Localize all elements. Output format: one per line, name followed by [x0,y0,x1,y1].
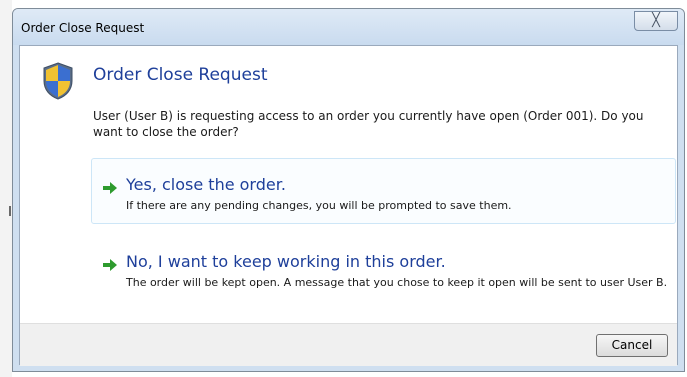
dialog-window: Order Close Request ╳ Order Close Reques… [12,8,685,372]
dialog-content: Order Close Request User (User B) is req… [19,45,678,366]
dialog-heading: Order Close Request [93,65,268,85]
close-order-option[interactable]: Yes, close the order. If there are any p… [91,158,676,224]
green-arrow-icon [103,182,117,194]
option-description: If there are any pending changes, you wi… [126,199,512,212]
option-title: Yes, close the order. [126,175,286,194]
background-window-edge [0,0,12,377]
close-icon: ╳ [652,13,660,28]
option-title: No, I want to keep working in this order… [126,252,446,271]
background-text-cursor [9,206,11,216]
green-arrow-icon [103,259,117,271]
window-title: Order Close Request [21,21,145,35]
uac-shield-icon [43,62,73,100]
option-description: The order will be kept open. A message t… [126,276,668,289]
dialog-message: User (User B) is requesting access to an… [93,109,644,139]
close-button[interactable]: ╳ [634,11,678,31]
cancel-button[interactable]: Cancel [596,334,668,357]
dialog-footer: Cancel [20,323,677,366]
title-bar[interactable]: Order Close Request ╳ [13,9,684,45]
keep-working-option[interactable]: No, I want to keep working in this order… [91,236,676,316]
